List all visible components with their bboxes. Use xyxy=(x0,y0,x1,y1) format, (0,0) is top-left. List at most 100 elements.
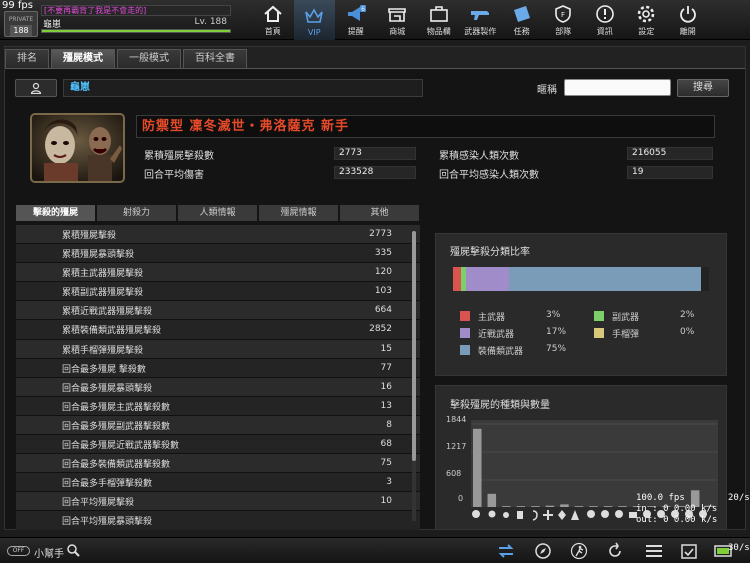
legend-swatch xyxy=(460,311,470,321)
kill-stat-label: 累積殭屍暴頭擊殺 xyxy=(62,250,135,261)
ratio-bar-segment xyxy=(465,267,510,291)
table-row: 累積裝備類武器殭屍擊殺 2852 xyxy=(16,320,420,340)
legend-swatch xyxy=(594,311,604,321)
chart-bar xyxy=(560,504,569,507)
nav-notice-label: 提醒 xyxy=(347,27,364,36)
subtab-other[interactable]: 其他 xyxy=(340,205,419,221)
nav-clan[interactable]: F 部隊 xyxy=(543,0,585,40)
list-scrollbar[interactable] xyxy=(412,231,416,521)
kill-ratio-bar xyxy=(453,267,709,291)
kill-stats-list: 累積殭屍擊殺 2773 累積殭屍暴頭擊殺 335 累積主武器殭屍擊殺 120 累積副武器殭屍… xyxy=(16,225,420,530)
kill-stat-value: 3 xyxy=(386,477,392,488)
tab-content: 龜崽 暱稱 搜尋 防禦型 凜冬滅世・弗洛薩克 新手 累積殭屍擊殺數 2773 累… xyxy=(5,68,745,530)
y-tick-label: 0 xyxy=(458,494,464,503)
nav-inventory[interactable]: 物品欄 xyxy=(418,0,460,40)
nav-notice[interactable]: 6 提醒 xyxy=(335,0,377,40)
zombie-title: 防禦型 凜冬滅世・弗洛薩克 新手 xyxy=(136,115,715,138)
nav-info-label: 資訊 xyxy=(596,27,613,36)
top-bar: 99 fps PRIVATE 188 [不要再霸背了我是不會走的] 龜崽 Lv.… xyxy=(0,0,750,40)
kill-ratio-title: 殭屍擊殺分類比率 xyxy=(450,247,530,258)
kill-stat-label: 回合最多殭屍主武器擊殺數 xyxy=(62,402,171,413)
stat-value-avg-damage: 233528 xyxy=(334,166,416,179)
legend-percent: 2% xyxy=(680,310,695,320)
level-badge: PRIVATE 188 xyxy=(4,11,38,37)
chart-bar xyxy=(487,493,497,507)
table-row: 累積殭屍暴頭擊殺 335 xyxy=(16,244,420,264)
kill-stat-label: 累積裝備類武器殭屍擊殺 xyxy=(62,326,162,337)
kill-stat-value: 2773 xyxy=(369,229,392,239)
kill-stat-label: 累積主武器殭屍擊殺 xyxy=(62,269,144,280)
network-debug-overlay: 100.0 fps in : 0 0.00 k/s out: 0 0.00 k/… xyxy=(636,493,717,526)
chart-bar xyxy=(516,506,526,507)
calendar-check-icon[interactable] xyxy=(680,542,698,560)
legend-label: 副武器 xyxy=(612,313,640,323)
fps-counter: 99 fps xyxy=(2,0,33,11)
table-row: 累積近戰武器殭屍擊殺 664 xyxy=(16,301,420,321)
nav-info[interactable]: 資訊 xyxy=(584,0,626,40)
search-icon[interactable] xyxy=(66,543,80,557)
kill-stat-value: 120 xyxy=(374,267,392,278)
kill-stat-label: 回合最多手榴彈擊殺數 xyxy=(62,479,153,490)
subtab-human-info[interactable]: 人類情報 xyxy=(178,205,257,221)
kill-stat-label: 回合最多殭屍近戰武器擊殺數 xyxy=(62,441,180,452)
kill-stat-label: 回合最多殭屍暴頭擊殺 xyxy=(62,383,153,394)
nav-exit[interactable]: 離開 xyxy=(667,0,709,40)
legend-swatch xyxy=(460,328,470,338)
nav-mission[interactable]: 任務 xyxy=(501,0,543,40)
tab-encyclopedia[interactable]: 百科全書 xyxy=(183,49,247,68)
scrollbar-thumb[interactable] xyxy=(412,231,416,461)
table-row: 回合平均殭屍暴頭擊殺 xyxy=(16,511,420,530)
stat-label-avg-damage: 回合平均傷害 xyxy=(144,170,204,181)
nav-vip[interactable]: VIP xyxy=(293,0,335,40)
table-row: 回合最多殭屍近戰武器擊殺數 68 xyxy=(16,435,420,455)
compass-icon[interactable] xyxy=(534,542,552,560)
tab-zombie-mode[interactable]: 殭屍模式 xyxy=(51,49,115,68)
kill-stat-value: 16 xyxy=(380,381,392,392)
tab-ranking[interactable]: 排名 xyxy=(5,49,49,68)
nav-weapon-craft-label: 武器製作 xyxy=(464,27,497,36)
user-profile-button[interactable] xyxy=(15,79,57,97)
running-man-icon[interactable] xyxy=(570,542,588,560)
megaphone-icon: 6 xyxy=(347,5,366,21)
legend-label: 近戰武器 xyxy=(478,330,515,340)
kill-stat-label: 回合最多裝備類武器擊殺數 xyxy=(62,460,171,471)
stats-window: 排名 殭屍模式 一般模式 百科全書 龜崽 暱稱 搜尋 防禦型 凜冬滅世・弗洛薩克… xyxy=(4,46,746,530)
subtab-zombies-killed[interactable]: 擊殺的殭屍 xyxy=(16,205,95,221)
checklist-icon[interactable] xyxy=(644,542,664,560)
stat-value-total-kills: 2773 xyxy=(334,147,416,160)
debug-rate: 20/s xyxy=(728,493,750,503)
crown-icon xyxy=(305,8,324,23)
search-button[interactable]: 搜尋 xyxy=(677,79,729,97)
nav-mission-label: 任務 xyxy=(513,27,530,36)
nav-settings[interactable]: 設定 xyxy=(626,0,668,40)
subtab-firepower[interactable]: 射殺力 xyxy=(97,205,176,221)
ratio-bar-segment xyxy=(509,267,702,291)
table-row: 累積殭屍擊殺 2773 xyxy=(16,225,420,245)
nav-inventory-label: 物品欄 xyxy=(426,27,451,36)
y-tick-label: 1217 xyxy=(446,442,467,451)
nav-weapon-craft[interactable]: 武器製作 xyxy=(460,0,502,40)
reload-icon[interactable] xyxy=(606,542,624,560)
helper-toggle[interactable]: OFF xyxy=(7,546,30,556)
refresh-icon[interactable] xyxy=(496,542,516,560)
bottom-bar: OFF 小幫手 xyxy=(0,537,750,563)
gear-icon xyxy=(638,5,655,23)
chart-bar xyxy=(603,506,613,507)
ticket-icon xyxy=(513,6,530,22)
subtab-zombie-info[interactable]: 殭屍情報 xyxy=(259,205,338,221)
legend-label: 主武器 xyxy=(478,313,506,323)
nickname-search-input[interactable] xyxy=(564,79,671,96)
nav-home[interactable]: 首頁 xyxy=(252,0,294,40)
zombie-avatar xyxy=(30,113,125,183)
legend-percent: 3% xyxy=(546,310,561,320)
kill-stat-label: 回合平均殭屍暴頭擊殺 xyxy=(62,517,153,528)
bag-icon xyxy=(429,6,448,22)
legend-swatch xyxy=(594,328,604,338)
legend-label: 手榴彈 xyxy=(612,330,640,340)
legend-percent: 0% xyxy=(680,327,695,337)
tab-normal-mode[interactable]: 一般模式 xyxy=(117,49,181,68)
nav-shop[interactable]: 商城 xyxy=(377,0,419,40)
nav-settings-label: 設定 xyxy=(638,27,655,36)
user-panel[interactable]: [不要再霸背了我是不會走的] 龜崽 Lv. 188 xyxy=(41,3,231,35)
chart-bar xyxy=(574,506,584,507)
